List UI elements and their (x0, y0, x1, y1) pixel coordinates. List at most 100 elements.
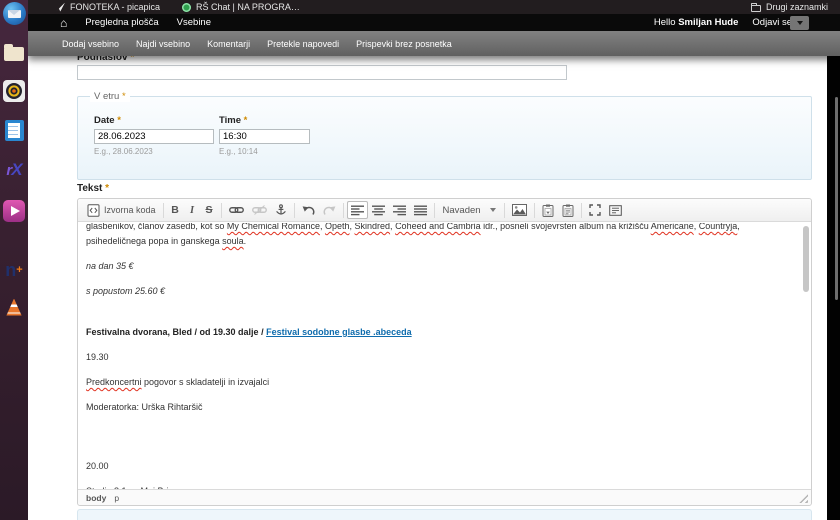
paste-from-word-icon (562, 204, 574, 217)
link-icon (228, 207, 244, 213)
source-button[interactable]: Izvorna koda (83, 201, 160, 219)
browser-tab-bar: FONOTEKA - picapica RŠ Chat | NA PROGRA…… (28, 0, 840, 14)
source-label: Izvorna koda (104, 205, 156, 215)
admin-link-content[interactable]: Vsebine (177, 17, 211, 28)
align-justify-button[interactable] (410, 201, 431, 219)
text-run: pogovor s skladatelji in izvajalci (141, 377, 270, 387)
user-greeting: Hello Smiljan Hude (654, 17, 738, 28)
text-run: psihedeličnega popa in ganskega (86, 236, 223, 246)
shortcut-add-content[interactable]: Dodaj vsebino (62, 39, 119, 49)
editor-link[interactable]: Festival sodobne glasbe .abeceda (266, 327, 412, 337)
editor-content[interactable]: glasbenikov, članov zasedb, kot so My Ch… (79, 223, 810, 489)
tab-title: FONOTEKA - picapica (70, 2, 161, 12)
subtitle-input[interactable] (77, 65, 567, 80)
shortcut-past-announcements[interactable]: Pretekle napovedi (267, 39, 339, 49)
play-icon (3, 200, 25, 222)
text-run: idr., posneli svojevrsten album na križi… (480, 223, 651, 231)
body-text-label: Tekst * (77, 183, 109, 194)
italic-button[interactable]: I (184, 201, 201, 219)
source-icon (87, 203, 100, 217)
subtitle-label: Podnaslov * (77, 56, 134, 63)
tab-title: RŠ Chat | NA PROGRA… (196, 2, 300, 12)
vlc-icon[interactable] (2, 295, 26, 319)
dart-favicon-icon (56, 2, 65, 12)
text-run: . (243, 236, 247, 246)
cone-icon (6, 298, 22, 316)
image-icon (511, 204, 527, 216)
text-run: Festivalna dvorana, Bled / od 19.30 dalj… (86, 327, 267, 337)
element-path-body[interactable]: body (86, 493, 106, 503)
n-plus-app-icon[interactable]: n+ (2, 258, 26, 282)
thunderbird-icon[interactable] (2, 1, 26, 25)
resize-grip[interactable] (798, 493, 808, 503)
paragraph-format-select[interactable]: Navaden (438, 205, 501, 216)
text-run: My Chemical Romance (226, 223, 320, 231)
text-run: , (737, 223, 740, 231)
text-run: 20.00 (86, 461, 109, 471)
legend-text: V etru (94, 91, 120, 102)
anchor-button[interactable] (271, 201, 291, 219)
editor-paragraph: 20.00 (86, 461, 803, 472)
file-manager-icon[interactable] (2, 40, 26, 64)
strikethrough-icon: S (205, 204, 213, 216)
home-icon[interactable]: ⌂ (60, 17, 67, 29)
document-app-icon[interactable] (2, 118, 26, 142)
undo-button[interactable] (298, 201, 319, 219)
align-right-button[interactable] (389, 201, 410, 219)
bookmarks-folder-icon (750, 2, 761, 12)
element-path-p[interactable]: p (114, 493, 119, 503)
maximize-button[interactable] (585, 201, 605, 219)
required-marker: * (243, 115, 248, 126)
paste-button[interactable] (538, 201, 558, 219)
document-icon (4, 119, 24, 141)
shortcut-find-content[interactable]: Najdi vsebino (136, 39, 190, 49)
rx-app-icon[interactable]: rX (2, 158, 26, 182)
align-left-button[interactable] (346, 201, 368, 219)
text-run: Coheed and Cambria (395, 223, 481, 231)
music-player-icon[interactable] (2, 79, 26, 103)
time-help-text: E.g., 10:14 (219, 147, 258, 156)
bold-button[interactable]: B (167, 201, 184, 219)
logout-link[interactable]: Odjavi se (752, 17, 792, 28)
unlink-button[interactable] (248, 201, 271, 219)
undo-icon (302, 205, 315, 215)
admin-menu-toggle-button[interactable] (790, 16, 809, 30)
align-center-button[interactable] (368, 201, 389, 219)
other-bookmarks-button[interactable]: Drugi zaznamki (750, 2, 828, 12)
rx-logo-icon: rX (6, 160, 22, 179)
shortcut-comments[interactable]: Komentarji (207, 39, 250, 49)
link-button[interactable] (225, 201, 248, 219)
admin-link-dashboard[interactable]: Pregledna plošča (85, 17, 158, 28)
fieldset-legend: V etru * (90, 91, 130, 102)
show-blocks-button[interactable] (605, 201, 626, 219)
redo-button[interactable] (319, 201, 340, 219)
editor-paragraph: s popustom 25.60 € (86, 286, 803, 297)
paste-from-word-button[interactable] (558, 201, 578, 219)
chat-favicon-icon (182, 2, 192, 12)
image-button[interactable] (508, 201, 531, 219)
align-right-icon (392, 205, 406, 215)
text-run: Predkoncertni (86, 377, 142, 387)
time-input[interactable] (219, 129, 310, 144)
editor-path-bar: body p (78, 489, 811, 505)
text-run: glasbenikov, članov zasedb, kot so (86, 223, 227, 231)
redo-icon (323, 205, 335, 215)
shortcut-posts-without-recording[interactable]: Prispevki brez posnetka (356, 39, 452, 49)
align-center-icon (371, 205, 385, 215)
browser-scrollbar-thumb[interactable] (835, 97, 838, 300)
video-player-icon[interactable] (2, 199, 26, 223)
time-label-text: Time (219, 115, 242, 126)
text-run: soula (222, 236, 244, 246)
time-field: Time * E.g., 10:14 (219, 115, 310, 156)
editor-paragraph: Moderatorka: Urška Rihtaršič (86, 402, 803, 413)
wysiwyg-editor: Izvorna koda B I S Navaden glasbenikov, … (77, 198, 812, 506)
show-blocks-icon (608, 204, 622, 216)
envelope-icon (2, 1, 26, 25)
tab-fonoteka[interactable]: FONOTEKA - picapica (56, 2, 160, 12)
text-run: Americane (650, 223, 694, 231)
page-content: Podnaslov * V etru * Date * E.g., 28.06.… (28, 56, 827, 520)
editor-scrollbar-thumb[interactable] (803, 226, 809, 292)
date-input[interactable] (94, 129, 214, 144)
strikethrough-button[interactable]: S (201, 201, 218, 219)
tab-rs-chat[interactable]: RŠ Chat | NA PROGRA… (182, 2, 300, 12)
